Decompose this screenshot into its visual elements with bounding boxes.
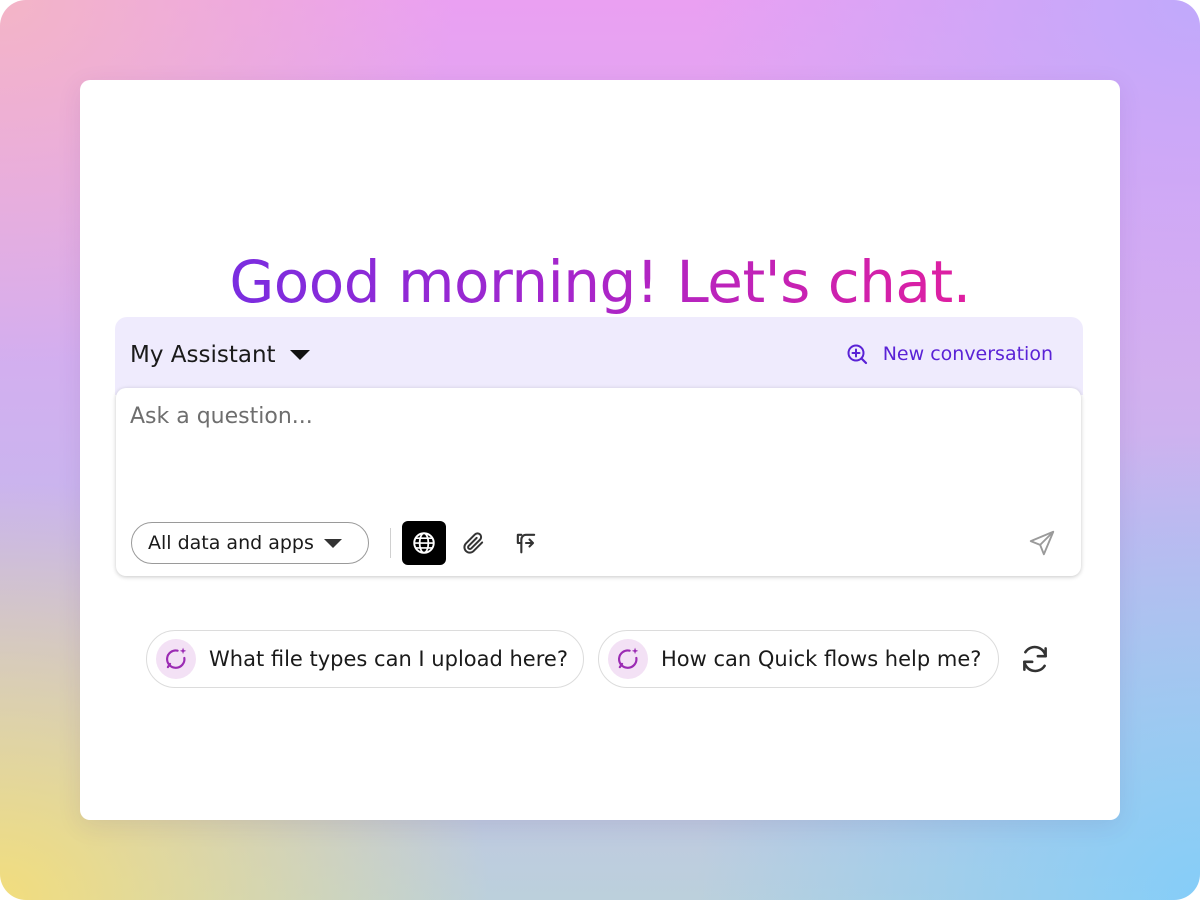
suggestion-chip[interactable]: How can Quick flows help me? (598, 630, 999, 688)
sparkle-chat-icon (618, 647, 639, 669)
sparkle-chat-icon (166, 647, 187, 669)
attach-file-button[interactable] (452, 521, 496, 565)
suggestion-label: What file types can I upload here? (209, 647, 568, 671)
data-scope-dropdown[interactable]: All data and apps (131, 522, 369, 564)
send-icon (1029, 530, 1055, 556)
paperclip-icon (463, 532, 484, 554)
quick-flow-button[interactable] (504, 521, 548, 565)
new-conversation-icon (847, 344, 867, 365)
refresh-suggestions-button[interactable] (1016, 640, 1054, 678)
caret-down-icon (289, 350, 310, 360)
chip-badge (156, 639, 196, 679)
greeting-text: Good morning! Let's chat. (229, 248, 971, 316)
toolbar-divider (390, 528, 391, 558)
data-scope-label: All data and apps (148, 532, 314, 554)
greeting-heading: Good morning! Let's chat. (80, 248, 1120, 316)
caret-down-icon (323, 538, 342, 548)
question-input[interactable] (130, 404, 1050, 464)
new-conversation-button[interactable]: New conversation (845, 341, 1053, 367)
globe-icon (413, 532, 435, 554)
send-button[interactable] (1020, 521, 1064, 565)
web-search-button[interactable] (402, 521, 446, 565)
assistant-panel: My Assistant New conversation (115, 317, 1083, 395)
new-conversation-label: New conversation (882, 343, 1053, 365)
message-composer: All data and apps (116, 388, 1081, 576)
suggestion-chip[interactable]: What file types can I upload here? (146, 630, 584, 688)
suggestion-label: How can Quick flows help me? (661, 647, 982, 671)
refresh-icon (1023, 645, 1047, 673)
assistant-selector[interactable]: My Assistant (130, 340, 310, 370)
flow-icon (516, 533, 536, 554)
assistant-name: My Assistant (130, 342, 276, 368)
chat-card: Good morning! Let's chat. My Assistant N… (80, 80, 1120, 820)
chip-badge (608, 639, 648, 679)
